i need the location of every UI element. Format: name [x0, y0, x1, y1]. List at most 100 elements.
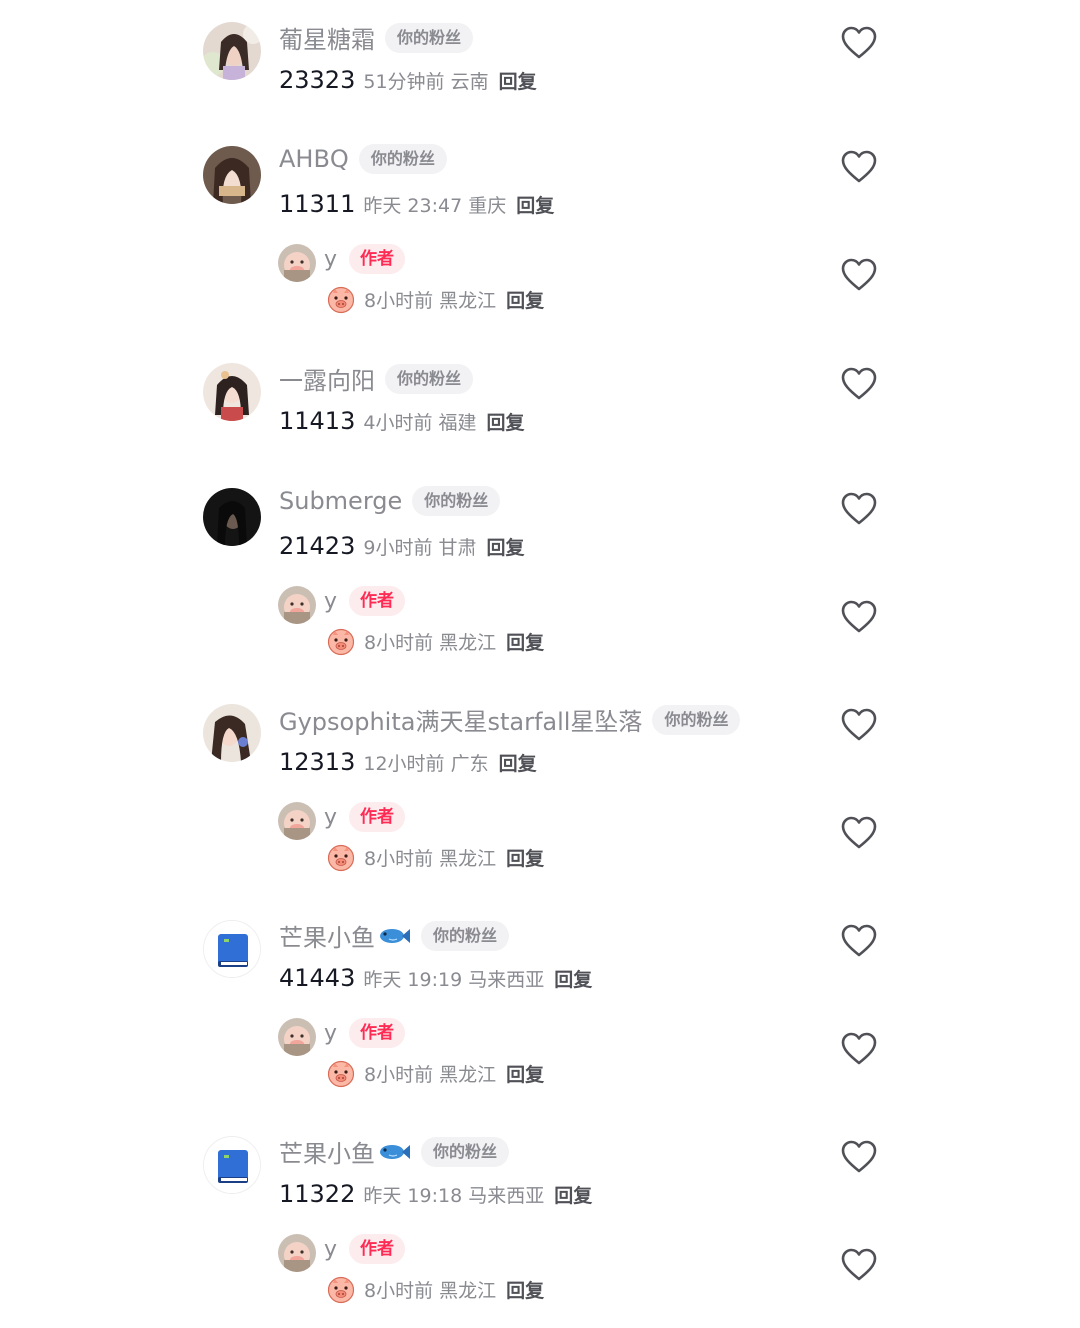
author-avatar[interactable]: [278, 1018, 316, 1056]
comment-item[interactable]: AHBQ 你的粉丝 11311 昨天 23:47 重庆 回复: [0, 124, 1080, 232]
comment-text: 11413: [279, 407, 356, 435]
heart-outline-icon[interactable]: [841, 492, 877, 526]
avatar[interactable]: [203, 363, 261, 421]
heart-outline-icon[interactable]: [841, 367, 877, 401]
heart-outline-icon[interactable]: [841, 1032, 877, 1066]
comment-thread: 芒果小鱼 你的粉丝 11322 昨天 19:18 马来西亚 回复 y 作者 8小…: [0, 1114, 1080, 1318]
comment-text: 23323: [279, 66, 356, 94]
reply-button[interactable]: 回复: [506, 844, 544, 871]
reply-button[interactable]: 回复: [554, 1181, 592, 1208]
avatar[interactable]: [203, 1136, 261, 1194]
comment-item[interactable]: 一露向阳 你的粉丝 11413 4小时前 福建 回复: [0, 341, 1080, 449]
comment-thread: 一露向阳 你的粉丝 11413 4小时前 福建 回复: [0, 341, 1080, 449]
reply-button[interactable]: 回复: [487, 408, 525, 435]
avatar[interactable]: [203, 22, 261, 80]
pig-sticker-emoji: [326, 284, 356, 314]
avatar[interactable]: [203, 704, 261, 762]
comment-thread: Submerge 你的粉丝 21423 9小时前 甘肃 回复 y 作者 8小时前…: [0, 466, 1080, 670]
reply-time-location: 8小时前 黑龙江: [364, 289, 497, 312]
reply-button[interactable]: 回复: [516, 191, 554, 218]
author-username[interactable]: y: [324, 247, 337, 272]
heart-outline-icon[interactable]: [841, 26, 877, 60]
reply-time-location: 8小时前 黑龙江: [364, 631, 497, 654]
author-avatar[interactable]: [278, 586, 316, 624]
reply-button[interactable]: 回复: [506, 286, 544, 313]
author-username[interactable]: y: [324, 589, 337, 614]
comment-time-location: 9小时前 甘肃: [363, 536, 477, 559]
comment-text: 21423: [279, 532, 356, 560]
comment-thread: Gypsophita满天星starfall星坠落 你的粉丝 12313 12小时…: [0, 682, 1080, 886]
username[interactable]: Submerge: [279, 487, 402, 515]
username[interactable]: 芒果小鱼: [279, 1134, 375, 1169]
reply-item[interactable]: y 作者 8小时前 黑龙江 回复: [0, 232, 1080, 328]
fish-emoji-icon: [380, 1144, 410, 1159]
reply-time-location: 8小时前 黑龙江: [364, 1279, 497, 1302]
blue-book-icon: [204, 1137, 260, 1193]
comment-item[interactable]: 芒果小鱼 你的粉丝 41443 昨天 19:19 马来西亚 回复: [0, 898, 1080, 1006]
comment-text: 11322: [279, 1180, 356, 1208]
pig-sticker-emoji: [326, 842, 356, 872]
author-avatar[interactable]: [278, 1234, 316, 1272]
reply-button[interactable]: 回复: [499, 749, 537, 776]
fan-badge: 你的粉丝: [421, 920, 510, 951]
comment-time-location: 昨天 19:18 马来西亚: [363, 1184, 545, 1207]
heart-outline-icon[interactable]: [841, 600, 877, 634]
fan-badge: 你的粉丝: [385, 363, 474, 394]
comment-time-location: 51分钟前 云南: [363, 70, 489, 93]
fish-emoji-icon: [380, 928, 410, 943]
username[interactable]: 芒果小鱼: [279, 918, 375, 953]
username[interactable]: 葡星糖霜: [279, 20, 375, 55]
heart-outline-icon[interactable]: [841, 150, 877, 184]
username[interactable]: Gypsophita满天星starfall星坠落: [279, 702, 642, 737]
author-badge: 作者: [349, 244, 406, 274]
comment-text: 41443: [279, 964, 356, 992]
avatar[interactable]: [203, 488, 261, 546]
comment-item[interactable]: Submerge 你的粉丝 21423 9小时前 甘肃 回复: [0, 466, 1080, 574]
reply-button[interactable]: 回复: [506, 628, 544, 655]
comment-time-location: 4小时前 福建: [363, 411, 477, 434]
comment-thread: 芒果小鱼 你的粉丝 41443 昨天 19:19 马来西亚 回复 y 作者 8小…: [0, 898, 1080, 1102]
comment-item[interactable]: 葡星糖霜 你的粉丝 23323 51分钟前 云南 回复: [0, 0, 1080, 108]
fan-badge: 你的粉丝: [412, 486, 501, 516]
fan-badge: 你的粉丝: [421, 1136, 510, 1167]
comment-time-location: 昨天 19:19 马来西亚: [363, 968, 545, 991]
reply-button[interactable]: 回复: [506, 1276, 544, 1303]
username[interactable]: AHBQ: [279, 145, 349, 173]
heart-outline-icon[interactable]: [841, 708, 877, 742]
blue-book-icon: [204, 921, 260, 977]
author-username[interactable]: y: [324, 805, 337, 830]
fan-badge: 你的粉丝: [358, 144, 447, 174]
reply-button[interactable]: 回复: [554, 965, 592, 992]
pig-sticker-emoji: [326, 1058, 356, 1088]
heart-outline-icon[interactable]: [841, 1248, 877, 1282]
reply-time-location: 8小时前 黑龙江: [364, 847, 497, 870]
reply-item[interactable]: y 作者 8小时前 黑龙江 回复: [0, 1006, 1080, 1102]
heart-outline-icon[interactable]: [841, 924, 877, 958]
author-badge: 作者: [349, 1234, 406, 1264]
author-username[interactable]: y: [324, 1021, 337, 1046]
author-username[interactable]: y: [324, 1237, 337, 1262]
heart-outline-icon[interactable]: [841, 258, 877, 292]
avatar[interactable]: [203, 146, 261, 204]
author-badge: 作者: [349, 802, 406, 832]
username[interactable]: 一露向阳: [279, 361, 375, 396]
fan-badge: 你的粉丝: [385, 22, 474, 53]
reply-time-location: 8小时前 黑龙江: [364, 1063, 497, 1086]
author-avatar[interactable]: [278, 802, 316, 840]
comment-time-location: 12小时前 广东: [363, 752, 489, 775]
comment-item[interactable]: Gypsophita满天星starfall星坠落 你的粉丝 12313 12小时…: [0, 682, 1080, 790]
heart-outline-icon[interactable]: [841, 816, 877, 850]
reply-item[interactable]: y 作者 8小时前 黑龙江 回复: [0, 790, 1080, 886]
author-avatar[interactable]: [278, 244, 316, 282]
heart-outline-icon[interactable]: [841, 1140, 877, 1174]
pig-sticker-emoji: [326, 1274, 356, 1304]
comment-item[interactable]: 芒果小鱼 你的粉丝 11322 昨天 19:18 马来西亚 回复: [0, 1114, 1080, 1222]
avatar[interactable]: [203, 920, 261, 978]
author-badge: 作者: [349, 1018, 406, 1048]
reply-item[interactable]: y 作者 8小时前 黑龙江 回复: [0, 574, 1080, 670]
comment-text: 11311: [279, 190, 356, 218]
reply-button[interactable]: 回复: [487, 533, 525, 560]
reply-button[interactable]: 回复: [499, 67, 537, 94]
reply-item[interactable]: y 作者 8小时前 黑龙江 回复: [0, 1222, 1080, 1318]
reply-button[interactable]: 回复: [506, 1060, 544, 1087]
